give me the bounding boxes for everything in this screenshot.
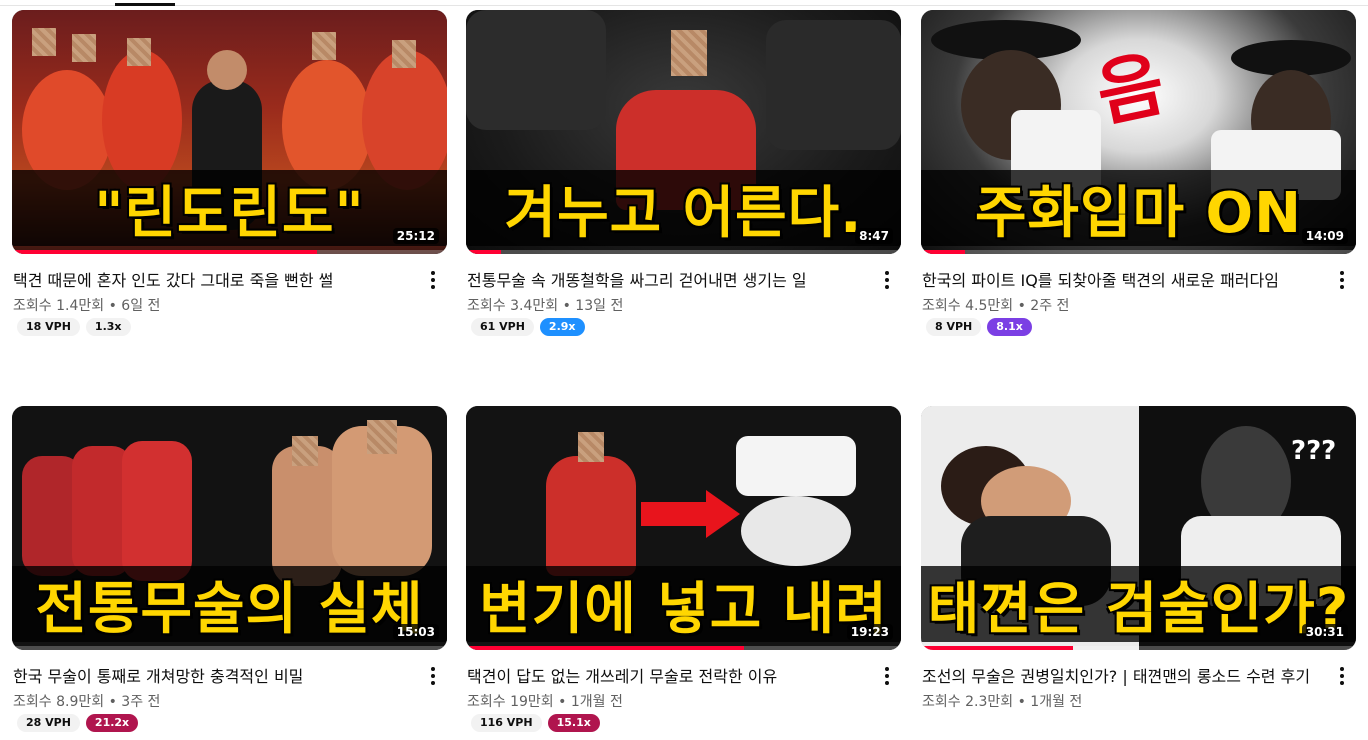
- video-stats: 조회수 2.3만회 • 1개월 전: [922, 694, 1083, 710]
- duration-badge: 30:31: [1301, 624, 1348, 640]
- duration-badge: 25:12: [392, 228, 439, 244]
- video-card[interactable]: 변기에 넣고 내려 19:23 택견이 답도 없는 개쓰레기 무술로 전락한 이…: [466, 406, 901, 732]
- video-title[interactable]: 한국 무술이 통째로 개쳐망한 충격적인 비밀: [13, 664, 415, 690]
- thumbnail-caption: "린도린도": [12, 170, 447, 246]
- video-title[interactable]: 한국의 파이트 IQ를 되찾아줄 택견의 새로운 패러다임: [922, 268, 1324, 294]
- more-actions-icon[interactable]: [1330, 266, 1354, 294]
- duration-badge: 15:03: [392, 624, 439, 640]
- duration-badge: 14:09: [1301, 228, 1348, 244]
- view-count: 조회수 8.9만회: [13, 694, 105, 710]
- metric-badges: 61 VPH 2.9x: [471, 318, 869, 336]
- video-thumbnail[interactable]: 음 주화입마 ON 14:09: [921, 10, 1356, 254]
- thumbnail-caption: 겨누고 어른다.: [466, 170, 901, 246]
- video-title[interactable]: 조선의 무술은 권병일치인가? | 태껸맨의 롱소드 수련 후기: [922, 664, 1324, 690]
- video-title[interactable]: 택견이 답도 없는 개쓰레기 무술로 전락한 이유: [467, 664, 869, 690]
- video-thumbnail[interactable]: 겨누고 어른다. 8:47: [466, 10, 901, 254]
- metric-badges: 116 VPH 15.1x: [471, 714, 869, 732]
- outlier-ratio-badge: 21.2x: [85, 714, 139, 732]
- outlier-ratio-badge: 8.1x: [987, 318, 1032, 336]
- video-thumbnail[interactable]: 변기에 넣고 내려 19:23: [466, 406, 901, 650]
- more-actions-icon[interactable]: [875, 662, 899, 690]
- metric-badges: 18 VPH 1.3x: [17, 318, 415, 336]
- view-count: 조회수 2.3만회: [922, 694, 1014, 710]
- upload-age: 1개월 전: [1030, 694, 1083, 710]
- view-count: 조회수 3.4만회: [467, 298, 559, 314]
- view-count: 조회수 1.4만회: [13, 298, 105, 314]
- thumbnail-caption: 태껸은 검술인가?: [921, 566, 1356, 642]
- more-actions-icon[interactable]: [421, 662, 445, 690]
- vph-badge: 28 VPH: [17, 714, 80, 732]
- view-count: 조회수 19만회: [467, 694, 554, 710]
- vph-badge: 18 VPH: [17, 318, 80, 336]
- vph-badge: 8 VPH: [926, 318, 982, 336]
- top-divider: [0, 0, 1368, 6]
- duration-badge: 19:23: [846, 624, 893, 640]
- video-card[interactable]: 겨누고 어른다. 8:47 전통무술 속 개똥철학을 싸그리 걷어내면 생기는 …: [466, 10, 901, 336]
- more-actions-icon[interactable]: [421, 266, 445, 294]
- outlier-ratio-badge: 2.9x: [539, 318, 585, 336]
- video-stats: 조회수 19만회 • 1개월 전: [467, 694, 623, 710]
- upload-age: 2주 전: [1030, 298, 1070, 314]
- thumbnail-symbol: ???: [1291, 436, 1337, 466]
- upload-age: 13일 전: [575, 298, 624, 314]
- more-actions-icon[interactable]: [875, 266, 899, 294]
- outlier-ratio-badge: 15.1x: [547, 714, 600, 732]
- thumbnail-caption: 주화입마 ON: [921, 170, 1356, 246]
- metric-badges: 8 VPH 8.1x: [926, 318, 1324, 336]
- vph-badge: 116 VPH: [471, 714, 542, 732]
- outlier-ratio-badge: 1.3x: [85, 318, 131, 336]
- arrow-right-icon: [641, 502, 711, 526]
- thumbnail-caption: 변기에 넣고 내려: [466, 566, 901, 642]
- video-stats: 조회수 1.4만회 • 6일 전: [13, 298, 161, 314]
- more-actions-icon[interactable]: [1330, 662, 1354, 690]
- upload-age: 1개월 전: [570, 694, 623, 710]
- video-card[interactable]: "린도린도" 25:12 택견 때문에 혼자 인도 갔다 그대로 죽을 뻔한 썰…: [12, 10, 447, 336]
- upload-age: 6일 전: [121, 298, 161, 314]
- video-stats: 조회수 3.4만회 • 13일 전: [467, 298, 624, 314]
- vph-badge: 61 VPH: [471, 318, 534, 336]
- video-thumbnail[interactable]: ??? 태껸은 검술인가? 30:31: [921, 406, 1356, 650]
- video-title[interactable]: 택견 때문에 혼자 인도 갔다 그대로 죽을 뻔한 썰: [13, 268, 415, 294]
- video-title[interactable]: 전통무술 속 개똥철학을 싸그리 걷어내면 생기는 일: [467, 268, 869, 294]
- view-count: 조회수 4.5만회: [922, 298, 1014, 314]
- video-card[interactable]: 전통무술의 실체 15:03 한국 무술이 통째로 개쳐망한 충격적인 비밀 조…: [12, 406, 447, 732]
- video-stats: 조회수 8.9만회 • 3주 전: [13, 694, 161, 710]
- duration-badge: 8:47: [855, 228, 893, 244]
- metric-badges: 28 VPH 21.2x: [17, 714, 415, 732]
- tab-indicator: [115, 3, 175, 6]
- video-card[interactable]: ??? 태껸은 검술인가? 30:31 조선의 무술은 권병일치인가? | 태껸…: [921, 406, 1356, 712]
- video-stats: 조회수 4.5만회 • 2주 전: [922, 298, 1070, 314]
- video-thumbnail[interactable]: 전통무술의 실체 15:03: [12, 406, 447, 650]
- video-thumbnail[interactable]: "린도린도" 25:12: [12, 10, 447, 254]
- thumbnail-caption: 전통무술의 실체: [12, 566, 447, 642]
- upload-age: 3주 전: [121, 694, 161, 710]
- video-card[interactable]: 음 주화입마 ON 14:09 한국의 파이트 IQ를 되찾아줄 택견의 새로운…: [921, 10, 1356, 336]
